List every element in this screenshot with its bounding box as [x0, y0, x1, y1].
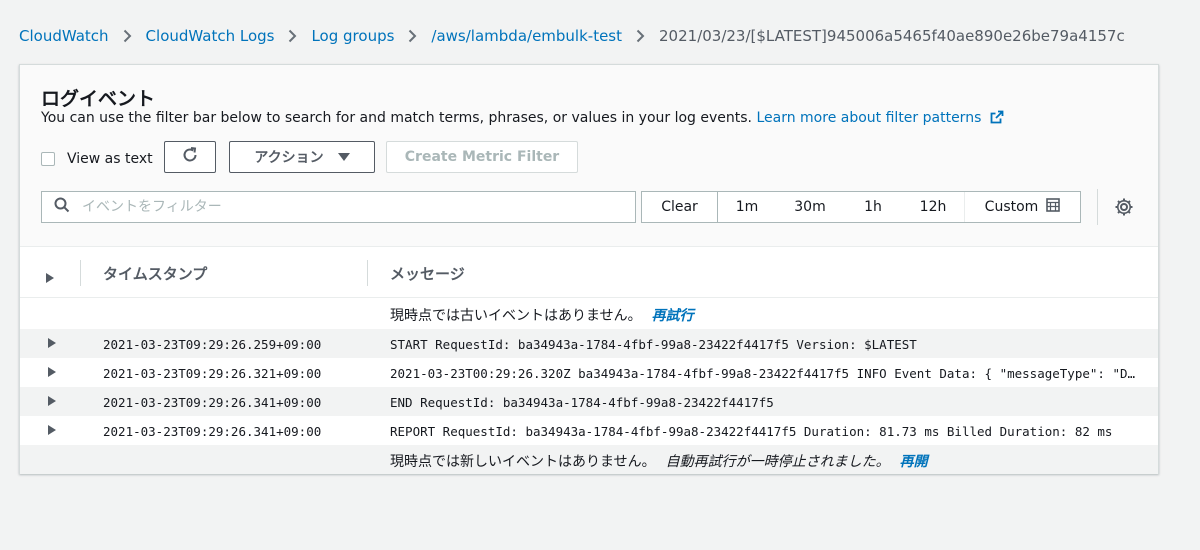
- panel-description: You can use the filter bar below to sear…: [41, 110, 1004, 128]
- chevron-right-icon: [408, 29, 417, 43]
- caret-right-icon[interactable]: [48, 424, 56, 439]
- caret-right-icon[interactable]: [48, 337, 56, 352]
- column-divider: [367, 260, 368, 286]
- caret-right-icon[interactable]: [48, 366, 56, 381]
- view-as-text-toggle[interactable]: View as text: [41, 149, 153, 169]
- create-metric-filter-button[interactable]: Create Metric Filter: [386, 141, 578, 173]
- range-custom-label: Custom: [984, 199, 1039, 215]
- bottom-notice-text: 現時点では新しいイベントはありません。: [390, 454, 656, 470]
- top-notice: 現時点では古いイベントはありません。 再試行: [390, 305, 694, 325]
- search-icon: [54, 197, 70, 217]
- range-custom-button[interactable]: Custom: [964, 192, 1080, 222]
- row-timestamp: 2021-03-23T09:29:26.341+09:00: [103, 395, 322, 410]
- event-filter-search[interactable]: [41, 191, 636, 223]
- range-1m-button[interactable]: 1m: [718, 192, 776, 222]
- breadcrumb-cloudwatch[interactable]: CloudWatch: [19, 27, 109, 45]
- chevron-right-icon: [123, 29, 132, 43]
- breadcrumb-cloudwatch-logs[interactable]: CloudWatch Logs: [146, 27, 275, 45]
- chevron-right-icon: [288, 29, 297, 43]
- breadcrumb-log-stream: 2021/03/23/[$LATEST]945006a5465f40ae890e…: [659, 27, 1125, 45]
- column-divider: [80, 260, 81, 286]
- chevron-right-icon: [636, 29, 645, 43]
- panel-header: ログイベント You can use the filter bar below …: [20, 65, 1158, 247]
- gear-icon[interactable]: [1114, 197, 1134, 221]
- toolbar-divider: [1097, 189, 1098, 225]
- table-row[interactable]: 2021-03-23T09:29:26.321+09:00 2021-03-23…: [20, 358, 1158, 387]
- row-message: END RequestId: ba34943a-1784-4fbf-99a8-2…: [390, 395, 774, 410]
- range-clear-button[interactable]: Clear: [642, 192, 718, 222]
- description-text: You can use the filter bar below to sear…: [41, 110, 753, 126]
- column-message[interactable]: メッセージ: [390, 263, 465, 284]
- panel-title: ログイベント: [41, 88, 156, 110]
- row-message: START RequestId: ba34943a-1784-4fbf-99a8…: [390, 337, 917, 352]
- resume-link[interactable]: 再開: [900, 454, 928, 470]
- breadcrumb: CloudWatch CloudWatch Logs Log groups /a…: [19, 24, 1125, 48]
- refresh-icon: [181, 146, 199, 168]
- view-as-text-label: View as text: [67, 151, 153, 167]
- external-link-icon: [990, 110, 1004, 128]
- row-timestamp: 2021-03-23T09:29:26.341+09:00: [103, 424, 322, 439]
- range-12h-button[interactable]: 12h: [902, 192, 964, 222]
- retry-link[interactable]: 再試行: [652, 308, 694, 324]
- top-notice-text: 現時点では古いイベントはありません。: [390, 308, 642, 324]
- paused-text: 自動再試行が一時停止されました。: [665, 454, 890, 470]
- row-timestamp: 2021-03-23T09:29:26.321+09:00: [103, 366, 322, 381]
- actions-dropdown-button[interactable]: アクション: [229, 141, 375, 173]
- refresh-button[interactable]: [164, 141, 216, 173]
- breadcrumb-log-group[interactable]: /aws/lambda/embulk-test: [431, 27, 622, 45]
- table-row[interactable]: 2021-03-23T09:29:26.259+09:00 START Requ…: [20, 329, 1158, 358]
- table-row[interactable]: 2021-03-23T09:29:26.341+09:00 REPORT Req…: [20, 416, 1158, 445]
- calendar-icon: [1038, 198, 1061, 216]
- row-timestamp: 2021-03-23T09:29:26.259+09:00: [103, 337, 322, 352]
- bottom-notice: 現時点では新しいイベントはありません。 自動再試行が一時停止されました。 再開: [390, 451, 928, 471]
- actions-label: アクション: [254, 150, 324, 166]
- row-message: 2021-03-23T00:29:26.320Z ba34943a-1784-4…: [390, 366, 1140, 381]
- log-events-panel: ログイベント You can use the filter bar below …: [19, 64, 1159, 474]
- range-30m-button[interactable]: 30m: [776, 192, 844, 222]
- caret-right-icon[interactable]: [46, 268, 54, 287]
- table-row[interactable]: 2021-03-23T09:29:26.341+09:00 END Reques…: [20, 387, 1158, 416]
- table-header: タイムスタンプ メッセージ: [20, 248, 1158, 298]
- view-as-text-checkbox[interactable]: [41, 152, 55, 166]
- top-notice-row: 現時点では古いイベントはありません。 再試行: [20, 299, 1158, 329]
- breadcrumb-log-groups[interactable]: Log groups: [311, 27, 394, 45]
- caret-right-icon[interactable]: [48, 395, 56, 410]
- search-input[interactable]: [82, 199, 602, 215]
- range-1h-button[interactable]: 1h: [844, 192, 902, 222]
- column-timestamp[interactable]: タイムスタンプ: [103, 263, 207, 284]
- time-range-selector: Clear 1m 30m 1h 12h Custom: [641, 191, 1081, 223]
- caret-down-icon: [337, 151, 350, 164]
- learn-more-link[interactable]: Learn more about filter patterns: [756, 110, 981, 126]
- row-message: REPORT RequestId: ba34943a-1784-4fbf-99a…: [390, 424, 1113, 439]
- bottom-notice-row: 現時点では新しいイベントはありません。 自動再試行が一時停止されました。 再開: [20, 445, 1158, 474]
